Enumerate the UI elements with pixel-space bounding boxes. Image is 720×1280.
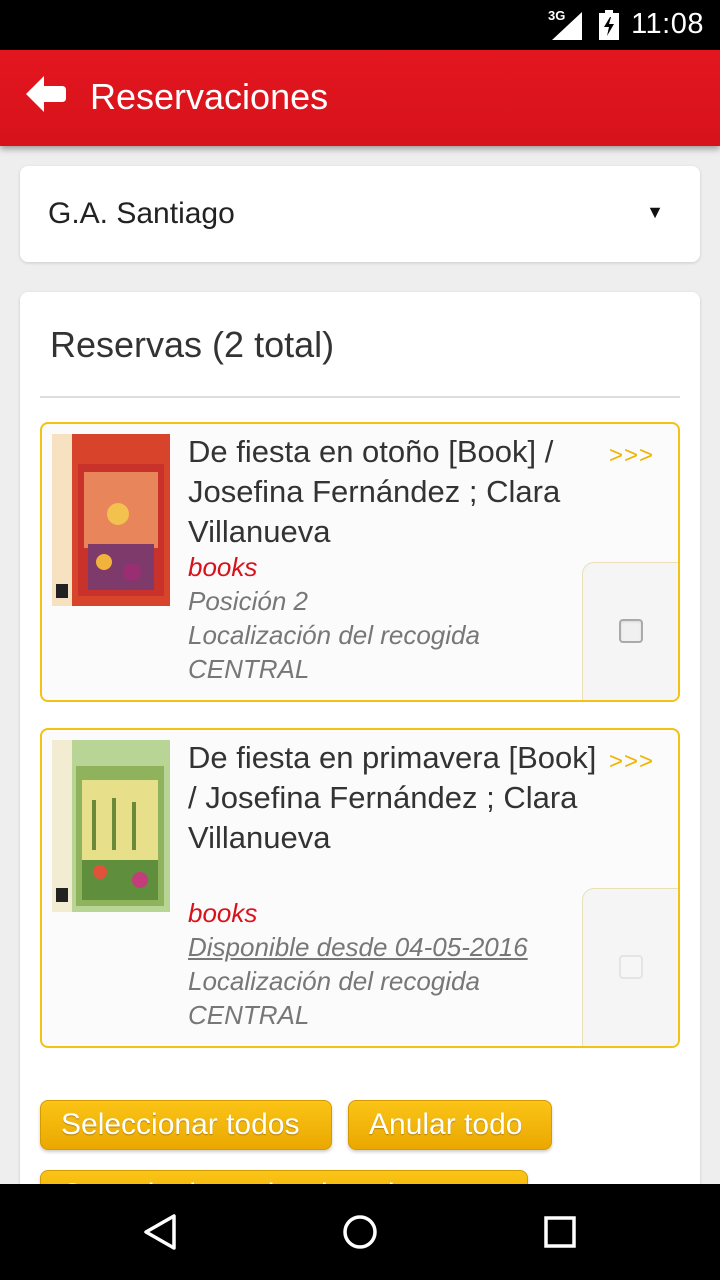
reservation-item[interactable]: De fiesta en primavera [Book] / Josefina… [40,728,680,1048]
select-all-button[interactable]: Seleccionar todos [40,1100,332,1150]
details-link[interactable]: >>> [609,748,654,776]
back-arrow-icon[interactable] [24,72,68,116]
details-link[interactable]: >>> [609,442,654,470]
pickup-label: Localización del recogida [188,966,480,996]
item-format: books [188,552,258,582]
pickup-label: Localización del recogida [188,620,480,650]
clock: 11:08 [631,8,704,40]
page-title: Reservaciones [90,76,329,117]
item-title: De fiesta en primavera [Book] / Josefina… [188,740,597,855]
navigation-bar [0,1184,720,1280]
pickup-location: CENTRAL [188,1000,310,1030]
reservations-heading: Reservas (2 total) [50,324,335,365]
cancel-all-button[interactable]: Anular todo [348,1100,552,1150]
nav-recents-icon[interactable] [540,1212,580,1252]
available-date: Disponible desde 04-05-2016 [188,932,528,962]
nav-home-icon[interactable] [340,1212,380,1252]
divider [40,396,680,398]
library-select[interactable]: G.A. Santiago ▼ [20,166,700,262]
app-bar: Reservaciones [0,50,720,146]
status-bar: 3G 11:08 [0,0,720,50]
pickup-location: CENTRAL [188,654,310,684]
item-format: books [188,898,258,928]
checkbox-area [582,562,678,700]
book-cover-image [52,434,170,606]
reservations-card: Reservas (2 total) De fiesta en otoño [B… [20,292,700,1192]
signal-icon [552,12,582,40]
dropdown-caret-icon: ▼ [646,202,664,222]
nav-back-icon[interactable] [140,1212,180,1252]
item-status: Posición 2 [188,586,308,616]
library-select-value: G.A. Santiago [48,197,235,230]
book-cover-image [52,740,170,912]
checkbox-area [582,888,678,1046]
item-checkbox [619,955,643,979]
reservation-item[interactable]: De fiesta en otoño [Book] / Josefina Fer… [40,422,680,702]
item-checkbox[interactable] [619,619,643,643]
battery-charging-icon [599,10,619,40]
item-title: De fiesta en otoño [Book] / Josefina Fer… [188,434,561,549]
